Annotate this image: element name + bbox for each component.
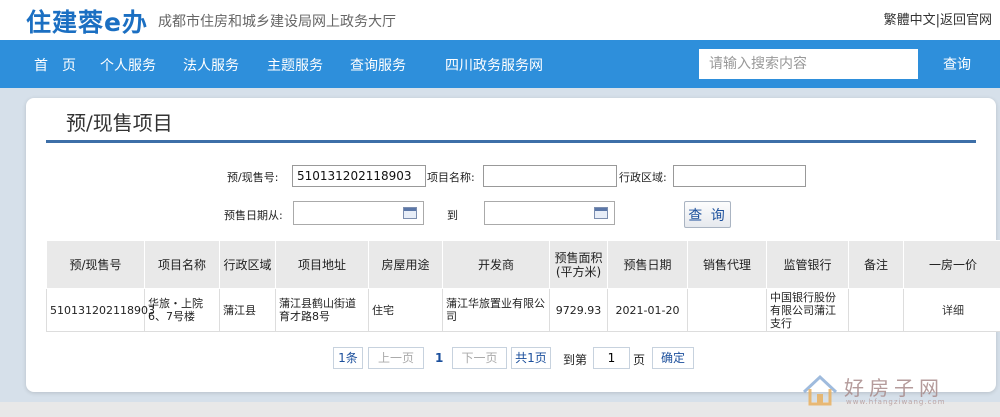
col-project-name: 项目名称 [144, 240, 220, 289]
main-nav: 首 页 个人服务 法人服务 主题服务 查询服务 四川政务服务网 查询 [0, 40, 1000, 88]
col-sales-agent: 销售代理 [687, 240, 767, 289]
pager-goto-prefix: 到第 [563, 353, 588, 367]
pager-confirm-button[interactable]: 确定 [652, 347, 694, 369]
presale-no-label: 预/现售号: [227, 171, 279, 184]
detail-link[interactable]: 详细 [942, 304, 964, 317]
col-developer: 开发商 [442, 240, 550, 289]
pager-prev-button[interactable]: 上一页 [368, 347, 424, 369]
pager-next-button[interactable]: 下一页 [452, 347, 507, 369]
cell-presale-date: 2021-01-20 [607, 288, 688, 332]
nav-theme-services[interactable]: 主题服务 [267, 55, 323, 75]
cell-developer: 蒲江华旅置业有限公司 [442, 288, 550, 332]
watermark: 好房子网 www.hfangziwang.com [800, 368, 990, 414]
pager-current-page: 1 [435, 351, 444, 365]
date-to-label: 到 [447, 209, 458, 222]
project-name-input[interactable] [483, 165, 617, 187]
calendar-icon[interactable] [594, 207, 608, 219]
page-title: 预/现售项目 [66, 111, 173, 135]
table-row: 510131202118903 华旅・上院6、7号楼 蒲江县 蒲江县鹤山街道育才… [46, 288, 1000, 332]
traditional-chinese-link[interactable]: 繁體中文 [884, 13, 936, 28]
presale-no-input[interactable] [292, 165, 426, 187]
top-bar: 住建蓉e办 成都市住房和城乡建设局网上政务大厅 繁體中文|返回官网 [0, 0, 1000, 40]
calendar-icon[interactable] [403, 207, 417, 219]
site-subtitle: 成都市住房和城乡建设局网上政务大厅 [158, 14, 396, 30]
project-name-label: 项目名称: [427, 171, 475, 184]
pager-goto-suffix: 页 [633, 353, 646, 367]
watermark-url: www.hfangziwang.com [846, 398, 946, 406]
house-logo-icon [802, 374, 838, 406]
cell-presale-no: 510131202118903 [46, 288, 155, 332]
col-remarks: 备注 [848, 240, 904, 289]
cell-usage: 住宅 [368, 288, 443, 332]
cell-address: 蒲江县鹤山街道育才路8号 [275, 288, 369, 332]
col-usage: 房屋用途 [368, 240, 443, 289]
watermark-text: 好房子网 [844, 376, 944, 400]
cell-sales-agent [687, 288, 767, 332]
results-table: 预/现售号 项目名称 行政区域 项目地址 房屋用途 开发商 预售面积 (平方米)… [46, 240, 1000, 332]
pager-goto-input[interactable] [593, 347, 630, 369]
col-address: 项目地址 [275, 240, 369, 289]
col-presale-no: 预/现售号 [46, 240, 145, 289]
col-price-list: 一房一价 [903, 240, 1000, 289]
col-presale-date: 预售日期 [607, 240, 688, 289]
search-input[interactable] [699, 49, 918, 79]
query-button[interactable]: 查 询 [684, 201, 731, 228]
cell-project-name: 华旅・上院6、7号楼 [144, 288, 220, 332]
search-button[interactable]: 查询 [918, 49, 996, 79]
return-home-link[interactable]: 返回官网 [940, 13, 992, 28]
main-card: 预/现售项目 预/现售号: 项目名称: 行政区域: 预售日期从: 到 查 询 预… [26, 98, 1000, 392]
cell-presale-area: 9729.93 [549, 288, 608, 332]
col-presale-area: 预售面积 (平方米) [549, 240, 608, 289]
cell-bank: 中国银行股份有限公司蒲江支行 [766, 288, 849, 332]
title-divider [46, 140, 976, 143]
nav-sichuan-gov-services[interactable]: 四川政务服务网 [445, 55, 543, 75]
table-header-row: 预/现售号 项目名称 行政区域 项目地址 房屋用途 开发商 预售面积 (平方米)… [46, 240, 1000, 289]
nav-query-services[interactable]: 查询服务 [350, 55, 406, 75]
nav-personal-services[interactable]: 个人服务 [100, 55, 156, 75]
cell-price-list: 详细 [903, 288, 1000, 332]
cell-remarks [848, 288, 904, 332]
pager-count: 1条 [333, 347, 363, 369]
pager-total: 共1页 [511, 347, 551, 369]
date-from-input[interactable] [293, 201, 424, 225]
district-input[interactable] [673, 165, 806, 187]
date-from-label: 预售日期从: [224, 209, 283, 222]
top-links: 繁體中文|返回官网 [884, 9, 992, 28]
cell-district: 蒲江县 [219, 288, 276, 332]
nav-home[interactable]: 首 页 [34, 55, 76, 75]
nav-legal-services[interactable]: 法人服务 [183, 55, 239, 75]
col-district: 行政区域 [219, 240, 276, 289]
district-label: 行政区域: [619, 171, 667, 184]
col-bank: 监管银行 [766, 240, 849, 289]
site-logo[interactable]: 住建蓉e办 [26, 3, 148, 39]
date-to-input[interactable] [484, 201, 615, 225]
